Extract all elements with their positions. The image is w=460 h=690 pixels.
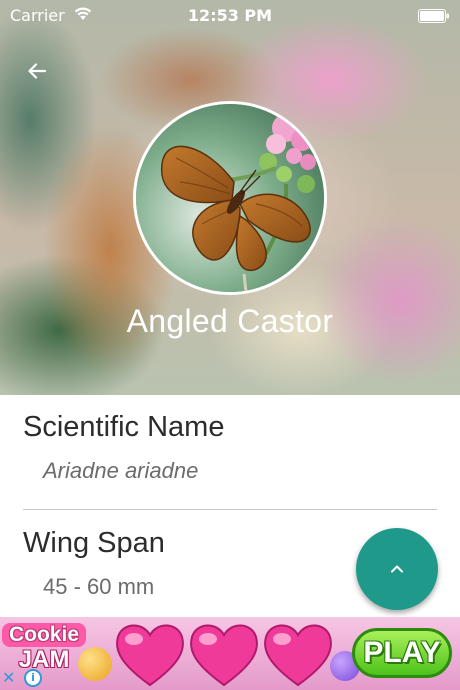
ad-banner[interactable]: Cookie JAM PLAY ✕ i (0, 617, 460, 690)
chevron-up-icon (391, 565, 403, 573)
scientific-name-heading: Scientific Name (23, 411, 225, 443)
ad-play-button[interactable]: PLAY (352, 628, 452, 678)
species-header: Carrier 12:53 PM Angled Castor (0, 0, 460, 395)
section-divider (23, 509, 437, 510)
heart-icon (116, 624, 184, 687)
scroll-up-button[interactable] (356, 528, 438, 610)
battery-icon (418, 9, 449, 23)
species-photo (133, 101, 327, 295)
candy-decoration (78, 647, 112, 681)
status-bar: Carrier 12:53 PM (0, 0, 460, 32)
info-icon[interactable]: i (24, 669, 42, 687)
species-name-title: Angled Castor (126, 303, 334, 339)
close-icon[interactable]: ✕ (2, 669, 18, 687)
clock: 12:53 PM (187, 6, 273, 25)
heart-icon (190, 624, 258, 687)
ad-logo-line1: Cookie (2, 623, 86, 647)
back-button[interactable] (22, 56, 52, 86)
arrow-left-icon (28, 63, 47, 79)
heart-icon (264, 624, 332, 687)
scientific-name-value: Ariadne ariadne (43, 458, 199, 483)
butterfly-image (136, 104, 324, 292)
scientific-name-section: Scientific Name Ariadne ariadne (23, 411, 437, 484)
